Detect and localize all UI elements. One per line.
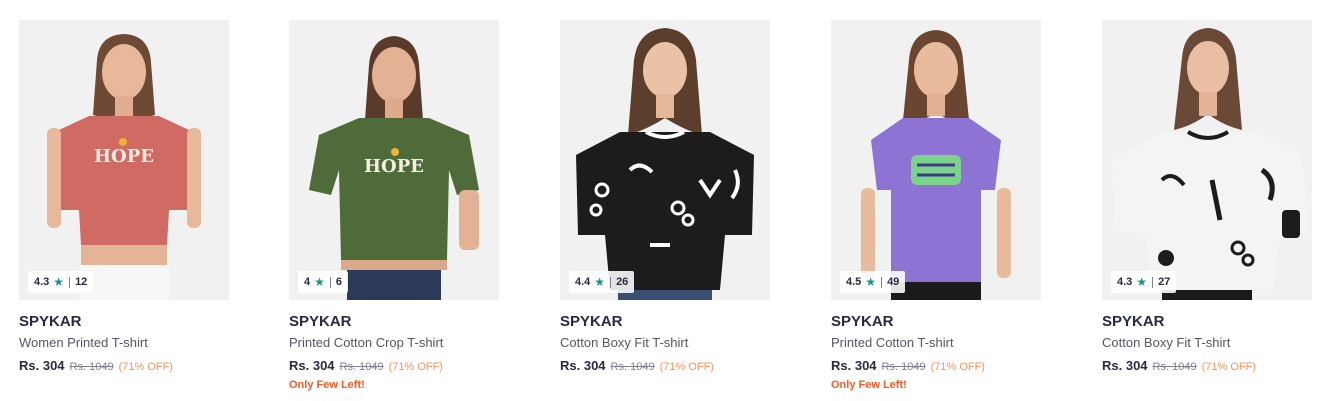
discount-percent: (71% OFF)	[659, 361, 714, 373]
discount-percent: (71% OFF)	[930, 361, 985, 373]
price-row: Rs. 304 Rs. 1049 (71% OFF)	[560, 358, 770, 373]
product-grid: HOPE 4.3 ★ 12 SPYKAR Women Printed T-shi…	[0, 0, 1324, 401]
discounted-price: Rs. 304	[289, 358, 335, 373]
divider	[881, 276, 883, 288]
discount-percent: (71% OFF)	[118, 361, 173, 373]
original-price: Rs. 1049	[610, 361, 655, 373]
discounted-price: Rs. 304	[831, 358, 877, 373]
product-image[interactable]: HOPE 4.3 ★ 12	[19, 20, 229, 300]
product-card[interactable]: 4.5 ★ 49 SPYKAR Printed Cotton T-shirt R…	[831, 20, 1041, 391]
rating-badge: 4.4 ★ 26	[569, 271, 635, 293]
product-brand[interactable]: SPYKAR	[19, 312, 229, 332]
divider	[1152, 276, 1154, 288]
original-price: Rs. 1049	[881, 361, 926, 373]
product-card[interactable]: HOPE 4 ★ 6 SPYKAR Printed Cotton Crop T-…	[289, 20, 499, 391]
divider	[69, 276, 71, 288]
product-brand[interactable]: SPYKAR	[831, 312, 1041, 332]
rating-badge: 4.3 ★ 27	[1111, 271, 1177, 293]
divider	[329, 276, 331, 288]
rating-count: 6	[335, 276, 343, 288]
discounted-price: Rs. 304	[1102, 358, 1148, 373]
model-photo	[560, 20, 770, 300]
star-icon: ★	[594, 275, 606, 289]
rating-count: 12	[75, 276, 88, 288]
product-brand[interactable]: SPYKAR	[289, 312, 499, 332]
original-price: Rs. 1049	[339, 361, 384, 373]
star-icon: ★	[314, 275, 325, 289]
product-card[interactable]: 4.4 ★ 26 SPYKAR Cotton Boxy Fit T-shirt …	[560, 20, 770, 373]
price-row: Rs. 304 Rs. 1049 (71% OFF)	[831, 358, 1041, 373]
stock-note: Only Few Left!	[289, 379, 365, 391]
product-name[interactable]: Women Printed T-shirt	[19, 334, 229, 352]
product-brand[interactable]: SPYKAR	[1102, 312, 1312, 332]
discounted-price: Rs. 304	[19, 358, 65, 373]
original-price: Rs. 1049	[69, 361, 114, 373]
rating-value: 4.3	[34, 276, 50, 288]
product-name[interactable]: Printed Cotton T-shirt	[831, 334, 1041, 352]
discount-percent: (71% OFF)	[1201, 361, 1256, 373]
rating-count: 49	[887, 276, 900, 288]
print-text: HOPE	[364, 156, 424, 177]
product-image[interactable]: 4.5 ★ 49	[831, 20, 1041, 300]
product-name[interactable]: Cotton Boxy Fit T-shirt	[1102, 334, 1312, 352]
rating-badge: 4.5 ★ 49	[840, 271, 906, 293]
product-card[interactable]: 4.3 ★ 27 SPYKAR Cotton Boxy Fit T-shirt …	[1102, 20, 1312, 373]
product-image[interactable]: HOPE 4 ★ 6	[289, 20, 499, 300]
model-photo: HOPE	[19, 20, 229, 300]
price-row: Rs. 304 Rs. 1049 (71% OFF)	[1102, 358, 1312, 373]
product-image[interactable]: 4.4 ★ 26	[560, 20, 770, 300]
model-photo	[831, 20, 1041, 300]
print-text: HOPE	[94, 146, 154, 167]
star-icon: ★	[1136, 275, 1148, 289]
model-photo: HOPE	[289, 20, 499, 300]
divider	[610, 276, 612, 288]
rating-count: 27	[1158, 276, 1171, 288]
product-name[interactable]: Printed Cotton Crop T-shirt	[289, 334, 499, 352]
product-card[interactable]: HOPE 4.3 ★ 12 SPYKAR Women Printed T-shi…	[19, 20, 229, 373]
star-icon: ★	[53, 275, 65, 289]
original-price: Rs. 1049	[1152, 361, 1197, 373]
model-photo	[1102, 20, 1312, 300]
price-row: Rs. 304 Rs. 1049 (71% OFF)	[289, 358, 499, 373]
stock-note: Only Few Left!	[831, 379, 907, 391]
product-name[interactable]: Cotton Boxy Fit T-shirt	[560, 334, 770, 352]
rating-value: 4.3	[1117, 276, 1133, 288]
product-image[interactable]: 4.3 ★ 27	[1102, 20, 1312, 300]
rating-count: 26	[616, 276, 629, 288]
rating-badge: 4 ★ 6	[298, 271, 349, 293]
rating-value: 4.5	[846, 276, 862, 288]
discounted-price: Rs. 304	[560, 358, 606, 373]
product-brand[interactable]: SPYKAR	[560, 312, 770, 332]
rating-value: 4	[304, 276, 311, 288]
price-row: Rs. 304 Rs. 1049 (71% OFF)	[19, 358, 229, 373]
discount-percent: (71% OFF)	[388, 361, 443, 373]
rating-value: 4.4	[575, 276, 591, 288]
star-icon: ★	[865, 275, 877, 289]
rating-badge: 4.3 ★ 12	[28, 271, 94, 293]
